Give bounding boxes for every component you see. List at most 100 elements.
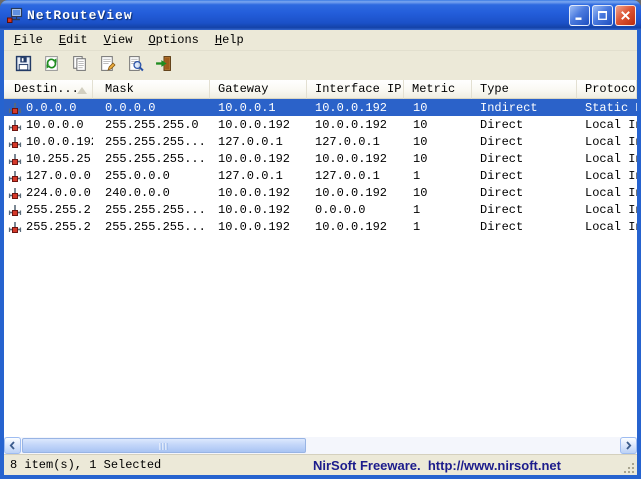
column-header-gateway[interactable]: Gateway (210, 80, 307, 99)
table-row[interactable]: 255.255.2...255.255.255...10.0.0.1920.0.… (4, 201, 637, 218)
gateway-cell: 127.0.0.1 (210, 169, 307, 183)
protocol-cell: Local Int (577, 186, 637, 200)
route-icon (7, 135, 23, 149)
horizontal-scrollbar[interactable] (4, 437, 637, 454)
find-icon (127, 55, 144, 77)
interface_ip-cell: 10.0.0.192 (307, 152, 404, 166)
properties-icon (99, 55, 116, 77)
route-icon (7, 186, 23, 200)
gateway-cell: 10.0.0.192 (210, 152, 307, 166)
destination-text: 10.255.25... (26, 152, 93, 166)
destination-cell: 10.255.25... (4, 152, 93, 166)
minimize-button[interactable] (569, 5, 590, 26)
interface_ip-cell: 127.0.0.1 (307, 169, 404, 183)
metric-cell: 1 (404, 220, 472, 234)
gateway-cell: 10.0.0.1 (210, 101, 307, 115)
destination-text: 127.0.0.0 (26, 169, 91, 183)
table-row[interactable]: 10.0.0.192255.255.255...127.0.0.1127.0.0… (4, 133, 637, 150)
column-label: Destin... (14, 82, 79, 96)
type-cell: Direct (472, 203, 577, 217)
refresh-button[interactable] (41, 55, 62, 76)
column-header-interface_ip[interactable]: Interface IP (307, 80, 404, 99)
destination-text: 255.255.2... (26, 220, 93, 234)
mask-cell: 255.255.255... (93, 135, 210, 149)
mask-cell: 0.0.0.0 (93, 101, 210, 115)
protocol-cell: Local Int (577, 152, 637, 166)
interface_ip-cell: 10.0.0.192 (307, 118, 404, 132)
table-row[interactable]: 0.0.0.00.0.0.010.0.0.110.0.0.19210Indire… (4, 99, 637, 116)
destination-text: 0.0.0.0 (26, 101, 76, 115)
chevron-left-icon (9, 441, 16, 450)
table-row[interactable]: 127.0.0.0255.0.0.0127.0.0.1127.0.0.11Dir… (4, 167, 637, 184)
interface_ip-cell: 10.0.0.192 (307, 220, 404, 234)
menu-item-file[interactable]: File (6, 31, 51, 50)
route-icon (7, 220, 23, 234)
type-cell: Direct (472, 186, 577, 200)
gateway-cell: 10.0.0.192 (210, 203, 307, 217)
table-row[interactable]: 255.255.2...255.255.255...10.0.0.19210.0… (4, 218, 637, 235)
route-icon (7, 152, 23, 166)
type-cell: Direct (472, 169, 577, 183)
column-header-type[interactable]: Type (472, 80, 577, 99)
metric-cell: 10 (404, 186, 472, 200)
exit-button[interactable] (153, 55, 174, 76)
menu-bar: FileEditViewOptionsHelp (4, 30, 637, 51)
status-bar: 8 item(s), 1 Selected NirSoft Freeware. … (4, 454, 637, 475)
title-bar[interactable]: NetRouteView (0, 0, 641, 30)
interface_ip-cell: 0.0.0.0 (307, 203, 404, 217)
destination-cell: 255.255.2... (4, 220, 93, 234)
column-label: Gateway (218, 82, 268, 96)
interface_ip-cell: 10.0.0.192 (307, 101, 404, 115)
scrollbar-thumb[interactable] (22, 438, 306, 453)
column-label: Metric (412, 82, 455, 96)
sort-ascending-icon (77, 87, 87, 94)
route-list: Destin... Mask Gateway Interface IP Metric Ty… (4, 80, 637, 454)
route-icon (7, 169, 23, 183)
column-header-protocol[interactable]: Protocol (577, 80, 637, 99)
menu-item-help[interactable]: Help (207, 31, 252, 50)
gateway-cell: 10.0.0.192 (210, 118, 307, 132)
destination-cell: 127.0.0.0 (4, 169, 93, 183)
menu-item-view[interactable]: View (96, 31, 141, 50)
menu-item-options[interactable]: Options (140, 31, 206, 50)
protocol-cell: Local Int (577, 169, 637, 183)
mask-cell: 255.255.255... (93, 152, 210, 166)
type-cell: Direct (472, 135, 577, 149)
protocol-cell: Local Int (577, 118, 637, 132)
scroll-left-button[interactable] (4, 437, 21, 454)
type-cell: Indirect (472, 101, 577, 115)
scroll-right-button[interactable] (620, 437, 637, 454)
metric-cell: 1 (404, 203, 472, 217)
metric-cell: 1 (404, 169, 472, 183)
item-count-status: 8 item(s), 1 Selected (4, 458, 161, 472)
column-header-destination[interactable]: Destin... (4, 80, 93, 99)
protocol-cell: Local Int (577, 203, 637, 217)
destination-cell: 10.0.0.0 (4, 118, 93, 132)
metric-cell: 10 (404, 101, 472, 115)
maximize-button[interactable] (592, 5, 613, 26)
toolbar (4, 51, 637, 80)
nirsoft-link[interactable]: NirSoft Freeware. http://www.nirsoft.net (313, 458, 561, 473)
table-header: Destin... Mask Gateway Interface IP Metric Ty… (4, 80, 637, 99)
interface_ip-cell: 10.0.0.192 (307, 186, 404, 200)
table-row[interactable]: 224.0.0.0240.0.0.010.0.0.19210.0.0.19210… (4, 184, 637, 201)
destination-text: 224.0.0.0 (26, 186, 91, 200)
copy-button[interactable] (69, 55, 90, 76)
column-label: Type (480, 82, 509, 96)
destination-cell: 0.0.0.0 (4, 101, 93, 115)
close-button[interactable] (615, 5, 636, 26)
exit-icon (155, 55, 172, 77)
find-button[interactable] (125, 55, 146, 76)
thumb-grip-icon (160, 443, 169, 450)
column-header-metric[interactable]: Metric (404, 80, 472, 99)
menu-item-edit[interactable]: Edit (51, 31, 96, 50)
save-button[interactable] (13, 55, 34, 76)
column-header-mask[interactable]: Mask (93, 80, 210, 99)
route-icon (7, 203, 23, 217)
properties-button[interactable] (97, 55, 118, 76)
table-row[interactable]: 10.0.0.0255.255.255.010.0.0.19210.0.0.19… (4, 116, 637, 133)
destination-text: 10.0.0.192 (26, 135, 93, 149)
chevron-right-icon (625, 441, 632, 450)
resize-grip[interactable] (621, 460, 634, 473)
table-row[interactable]: 10.255.25...255.255.255...10.0.0.19210.0… (4, 150, 637, 167)
